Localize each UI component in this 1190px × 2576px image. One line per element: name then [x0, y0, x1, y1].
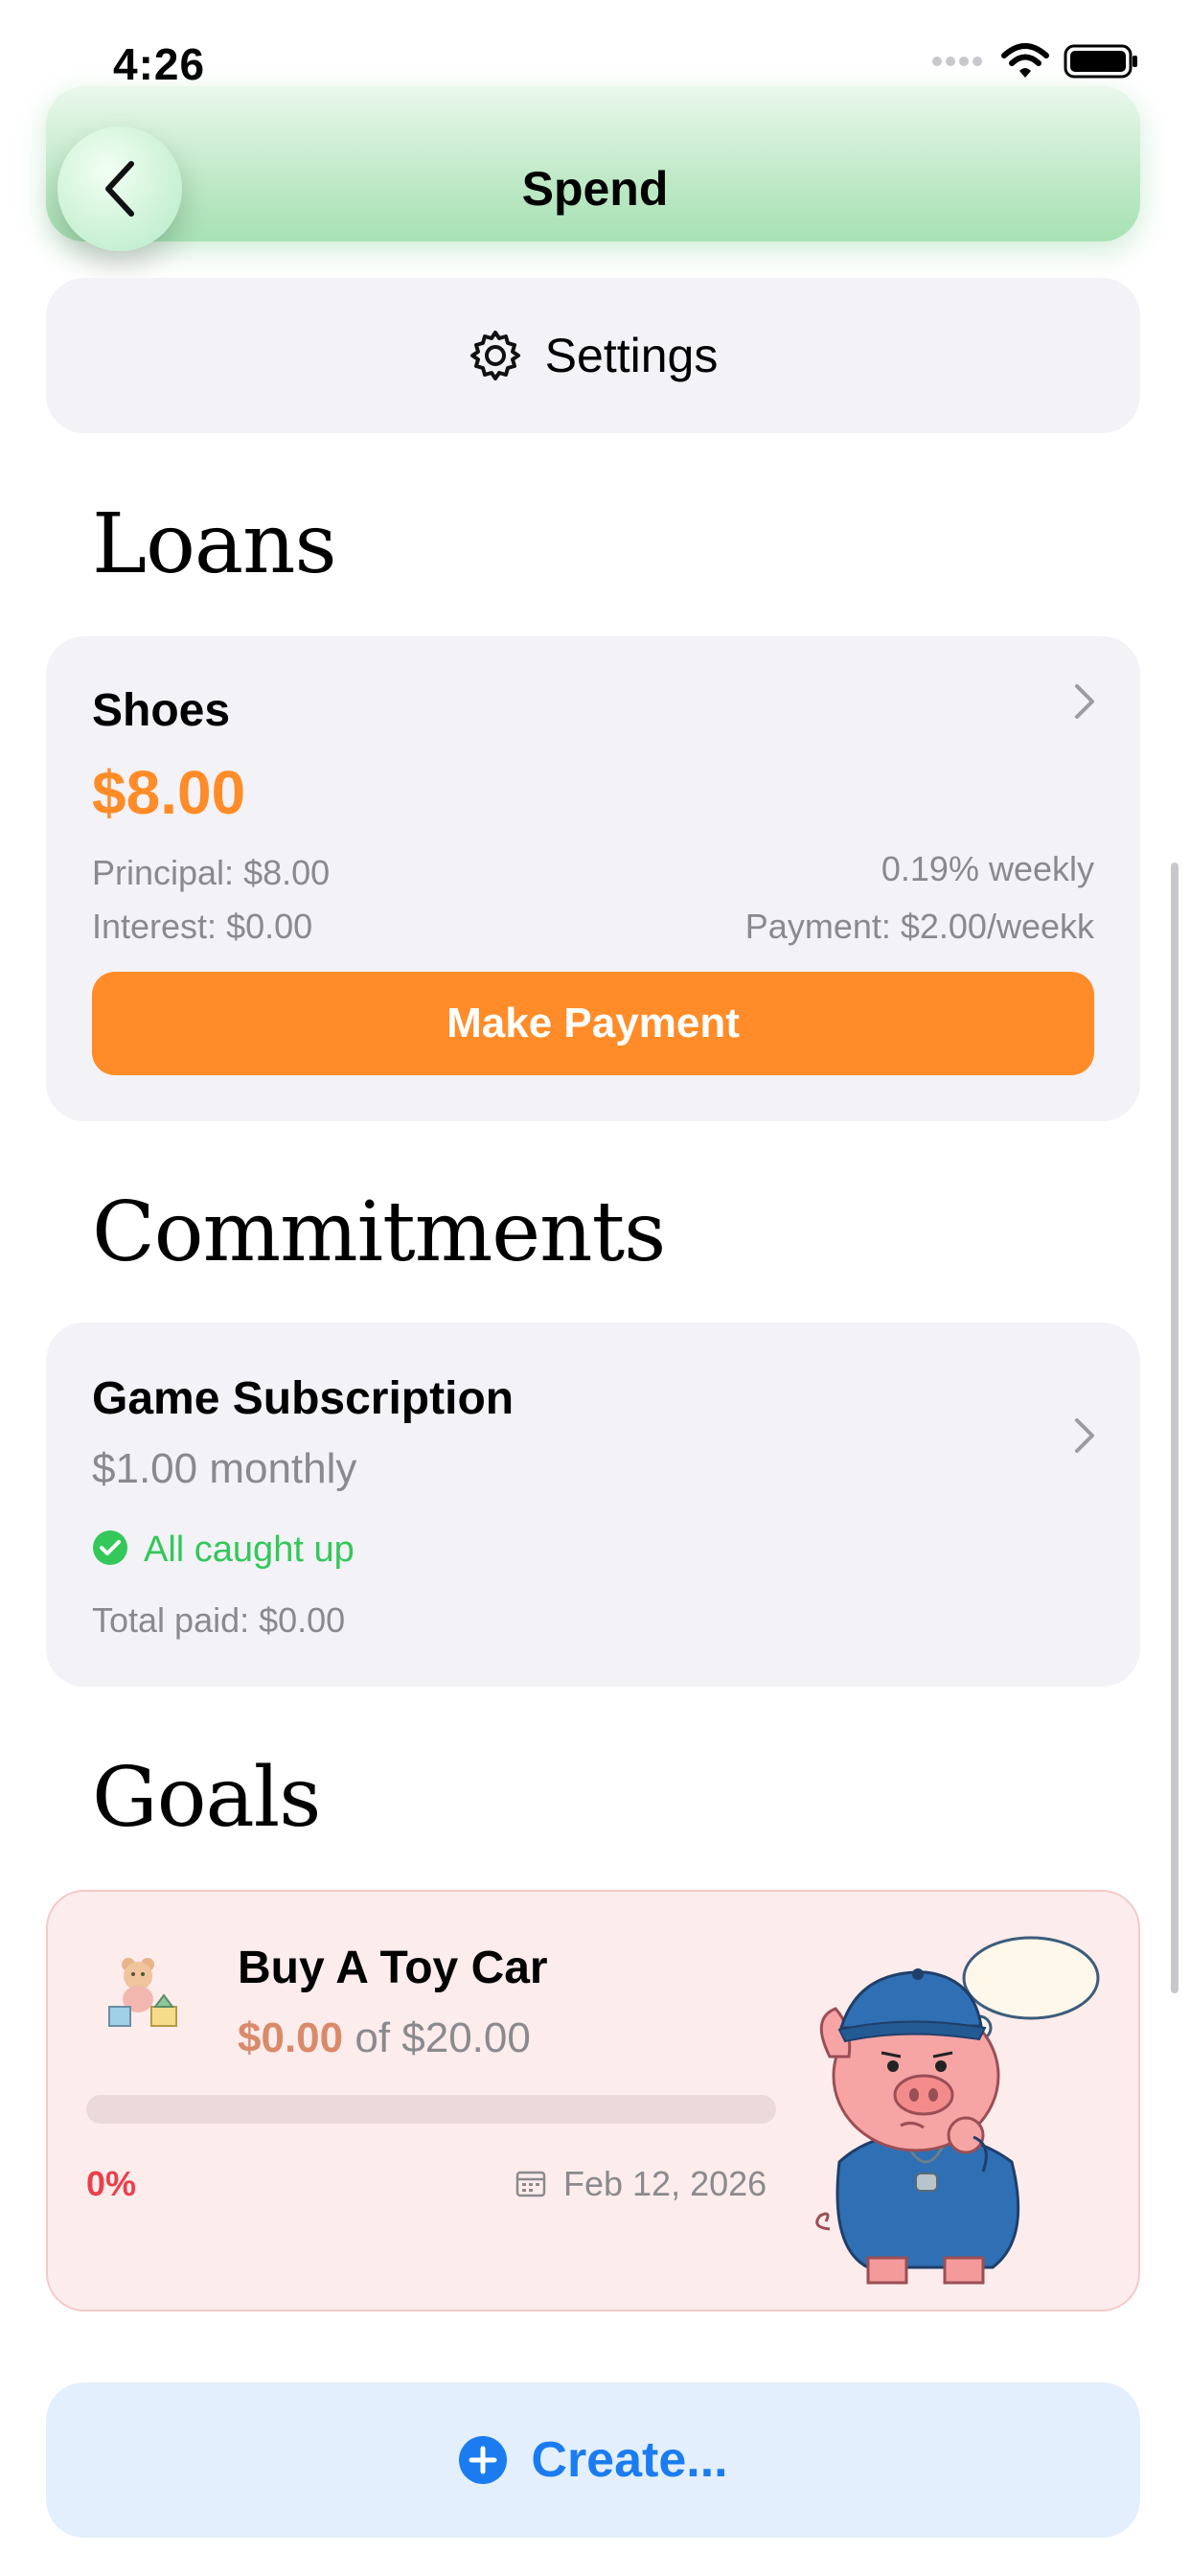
status-time: 4:26: [113, 39, 206, 89]
commitment-amount: $1.00 monthly: [92, 1445, 357, 1492]
commitments-section-title: Commitments: [92, 1184, 666, 1280]
pig-mascot-illustration: [815, 1936, 1100, 2285]
settings-label: Settings: [544, 329, 719, 382]
commitment-name: Game Subscription: [92, 1373, 515, 1424]
battery-icon: [1064, 44, 1137, 79]
back-button[interactable]: [57, 126, 182, 251]
chevron-right-icon: [1075, 684, 1094, 719]
goal-percent: 0%: [86, 2164, 137, 2203]
loan-name: Shoes: [92, 685, 231, 736]
goal-date: Feb 12, 2026: [563, 2164, 767, 2203]
loan-rate: 0.19% weekly: [881, 849, 1094, 888]
goals-section-title: Goals: [92, 1750, 321, 1846]
teddy-bear-icon: [108, 1958, 177, 2027]
loans-section-title: Loans: [92, 496, 337, 592]
chevron-right-icon: [1075, 1418, 1094, 1453]
wifi-icon: [1001, 43, 1049, 78]
gear-icon: [469, 331, 520, 380]
signal-icon: [932, 57, 982, 66]
loan-payment: Payment: $2.00/weekk: [744, 907, 1094, 946]
plus-circle-icon: [459, 2436, 508, 2484]
goal-saved-amount: $0.00: [238, 2014, 344, 2061]
create-button[interactable]: Create...: [46, 2382, 1140, 2538]
status-icons: [929, 42, 1140, 80]
goal-progress-bar: [86, 2095, 776, 2124]
settings-button[interactable]: Settings: [46, 278, 1140, 433]
checkmark-circle-icon: [93, 1530, 127, 1565]
calendar-icon: [515, 2171, 546, 2197]
goal-name: Buy A Toy Car: [238, 1943, 548, 1993]
goal-target-amount: of $20.00: [355, 2014, 531, 2061]
loan-interest: Interest: $0.00: [92, 907, 313, 946]
commitment-status: All caught up: [144, 1530, 355, 1570]
make-payment-button[interactable]: Make Payment: [92, 972, 1094, 1075]
scrollbar[interactable]: [1171, 862, 1179, 1993]
chevron-left-icon: [105, 161, 134, 217]
loan-amount: $8.00: [92, 758, 246, 827]
loan-principal: Principal: $8.00: [92, 853, 331, 892]
commitment-total-paid: Total paid: $0.00: [92, 1600, 346, 1640]
create-label: Create...: [531, 2432, 728, 2488]
goal-progress-text: $0.00 of $20.00: [238, 2014, 531, 2062]
